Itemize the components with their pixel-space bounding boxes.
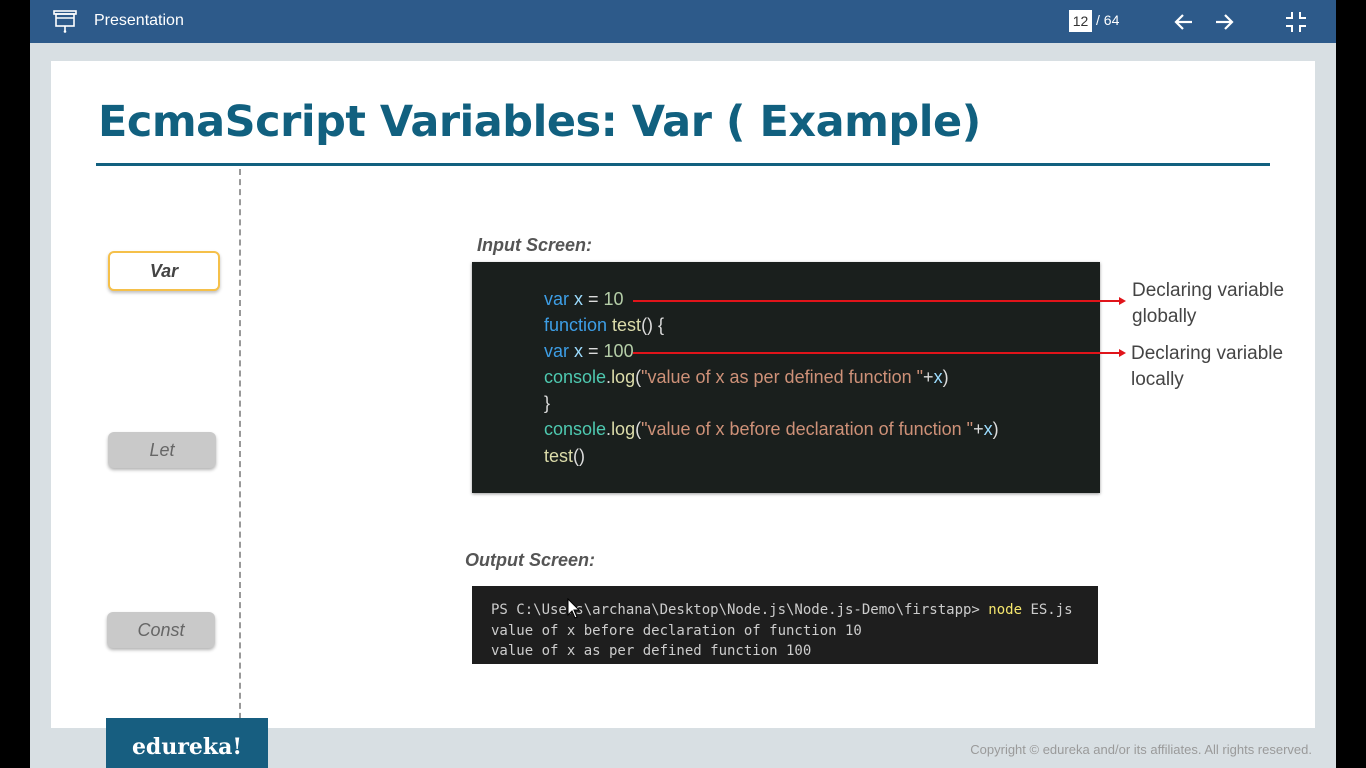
code-token: log (611, 367, 636, 387)
local-arrow-line (633, 352, 1119, 354)
let-button[interactable]: Let (108, 432, 216, 468)
annotation-line: globally (1132, 306, 1197, 327)
annotation-line: locally (1131, 369, 1184, 390)
code-line: test() (544, 446, 585, 467)
mouse-cursor-icon (567, 598, 581, 619)
code-token: = (583, 341, 604, 361)
code-token: x (983, 419, 993, 439)
terminal-arg: ES.js (1022, 602, 1073, 618)
slide-canvas: EcmaScript Variables: Var ( Example) Var… (51, 61, 1315, 728)
output-screen-label: Output Screen: (465, 550, 596, 570)
app-title: Presentation (94, 12, 184, 29)
code-token: 100 (603, 341, 634, 361)
code-token: x (569, 289, 584, 309)
var-button[interactable]: Var (108, 251, 220, 291)
code-line: var x = 10 (544, 289, 624, 310)
code-token: () (573, 446, 586, 466)
copyright-text: Copyright © edureka and/or its affiliate… (970, 742, 1312, 757)
annotation-line: Declaring variable (1132, 280, 1285, 301)
code-line: function test() { (544, 315, 664, 336)
terminal-output: PS C:\Users\archana\Desktop\Node.js\Node… (472, 586, 1098, 664)
code-token: console (544, 367, 607, 387)
input-screen-label: Input Screen: (477, 235, 593, 255)
code-line: console.log("value of x before declarati… (544, 419, 999, 440)
global-annotation: Declaring variable globally (1132, 278, 1284, 330)
presentation-viewer: Presentation 12 / 64 EcmaScript Variable… (30, 0, 1336, 768)
code-token: test (544, 446, 574, 466)
title-underline (96, 163, 1270, 166)
edureka-logo: edureka! (106, 718, 268, 768)
code-line: var x = 100 (544, 341, 634, 362)
presentation-icon (53, 10, 77, 33)
annotation-line: Declaring variable (1131, 343, 1284, 364)
code-token: var (544, 341, 570, 361)
slide-title: EcmaScript Variables: Var ( Example) (98, 97, 981, 147)
code-token: log (611, 419, 636, 439)
code-token: = (583, 289, 604, 309)
toolbar: Presentation 12 / 64 (30, 0, 1336, 43)
code-block: var x = 10 function test() { var x = 100… (472, 262, 1100, 493)
code-token: "value of x as per defined function " (641, 367, 924, 387)
terminal-prompt: PS C:\Users\archana\Desktop\Node.js\Node… (491, 602, 989, 618)
arrow-left-icon[interactable] (1172, 10, 1196, 34)
local-annotation: Declaring variable locally (1131, 341, 1283, 393)
code-token: ) (942, 367, 949, 387)
const-button[interactable]: Const (107, 612, 215, 648)
terminal-line: value of x as per defined function 100 (491, 643, 812, 659)
terminal-line: value of x before declaration of functio… (491, 623, 862, 639)
global-arrow-head (1119, 297, 1126, 305)
code-token: () { (641, 315, 665, 335)
arrow-right-icon[interactable] (1212, 10, 1236, 34)
code-token: function (544, 315, 608, 335)
code-token: + (973, 419, 984, 439)
code-token: 10 (603, 289, 624, 309)
collapse-icon[interactable] (1284, 10, 1308, 34)
code-token: ) (992, 419, 999, 439)
page-number-input[interactable]: 12 (1069, 10, 1092, 32)
code-token: var (544, 289, 570, 309)
code-token: console (544, 419, 607, 439)
terminal-command: node (988, 602, 1023, 618)
code-token: x (569, 341, 584, 361)
code-token: "value of x before declaration of functi… (641, 419, 974, 439)
code-token: test (607, 315, 642, 335)
code-line: console.log("value of x as per defined f… (544, 367, 949, 388)
code-token: } (544, 393, 551, 413)
page-total: / 64 (1096, 12, 1120, 28)
code-token: x (933, 367, 943, 387)
global-arrow-line (633, 300, 1119, 302)
code-line: } (544, 393, 550, 414)
sidebar-divider (239, 169, 241, 728)
local-arrow-head (1119, 349, 1126, 357)
code-token: + (923, 367, 934, 387)
